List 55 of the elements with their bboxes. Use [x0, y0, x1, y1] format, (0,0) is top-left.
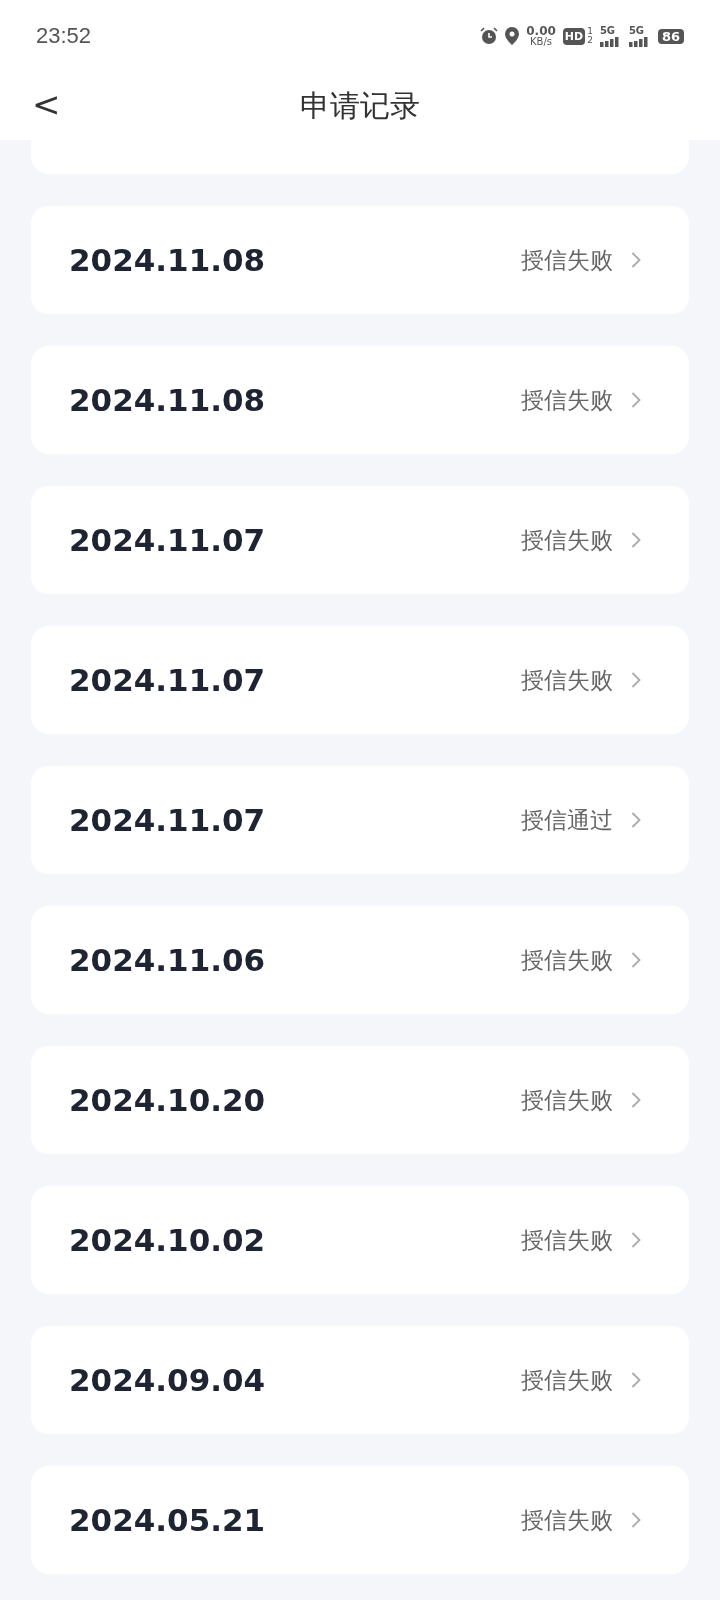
record-card[interactable]: 2024.11.06 授信失败 [31, 906, 689, 1014]
signal-icon [628, 35, 651, 47]
record-date: 2024.11.08 [69, 382, 267, 418]
chevron-right-icon [631, 391, 641, 409]
chevron-right-icon [631, 1091, 641, 1109]
hd-badge: HD [562, 27, 586, 45]
network-type: 5G [599, 25, 616, 36]
chevron-right-icon [631, 1511, 641, 1529]
record-card[interactable]: 2024.11.08 授信失败 [31, 206, 689, 314]
signal-icon [599, 35, 622, 47]
record-date: 2024.11.07 [69, 662, 267, 698]
record-status: 授信失败 [521, 1085, 613, 1115]
record-card[interactable]: 2024.11.07 授信失败 [31, 486, 689, 594]
record-status: 授信失败 [521, 1225, 613, 1255]
record-date: 2024.11.08 [69, 242, 267, 278]
sim-number: 2 [587, 36, 593, 45]
chevron-right-icon [631, 531, 641, 549]
record-status: 授信失败 [521, 245, 613, 275]
record-card[interactable]: 2024.05.21 授信失败 [31, 1466, 689, 1574]
chevron-right-icon [631, 251, 641, 269]
record-status: 授信失败 [521, 385, 613, 415]
chevron-right-icon [631, 951, 641, 969]
record-status: 授信通过 [521, 805, 613, 835]
record-card[interactable]: 2024.10.20 授信失败 [31, 1046, 689, 1154]
record-status: 授信失败 [521, 525, 613, 555]
record-status: 授信失败 [521, 665, 613, 695]
chevron-right-icon [631, 1231, 641, 1249]
record-status: 授信失败 [521, 1365, 613, 1395]
record-status: 授信失败 [521, 945, 613, 975]
record-date: 2024.09.04 [69, 1362, 267, 1398]
record-date: 2024.05.21 [69, 1502, 267, 1538]
location-pin-icon [505, 27, 520, 45]
alarm-clock-icon [480, 27, 499, 45]
chevron-right-icon [631, 1371, 641, 1389]
record-date: 2024.10.02 [69, 1222, 267, 1258]
chevron-right-icon [631, 811, 641, 829]
network-speed: 0.00 [526, 25, 556, 37]
chevron-right-icon [631, 671, 641, 689]
record-card[interactable]: 2024.11.07 授信失败 [31, 626, 689, 734]
record-card[interactable]: 2024.09.04 授信失败 [31, 1326, 689, 1434]
sim-number: 1 [587, 27, 593, 36]
record-card[interactable]: 2024.10.02 授信失败 [31, 1186, 689, 1294]
page-title: 申请记录 [300, 86, 420, 125]
record-card[interactable]: 2024.11.08 授信失败 [31, 346, 689, 454]
record-date: 2024.11.07 [69, 802, 267, 838]
record-status: 授信失败 [521, 1505, 613, 1535]
speed-unit: KB/s [530, 37, 552, 47]
battery-level: 86 [657, 28, 684, 44]
record-date: 2024.10.20 [69, 1082, 267, 1118]
record-card[interactable]: 2024.11.07 授信通过 [31, 766, 689, 874]
back-button[interactable]: < [26, 84, 67, 124]
status-time: 23:52 [36, 23, 92, 49]
record-date: 2024.11.07 [69, 522, 267, 558]
record-date: 2024.11.06 [69, 942, 267, 978]
network-type: 5G [628, 25, 645, 36]
